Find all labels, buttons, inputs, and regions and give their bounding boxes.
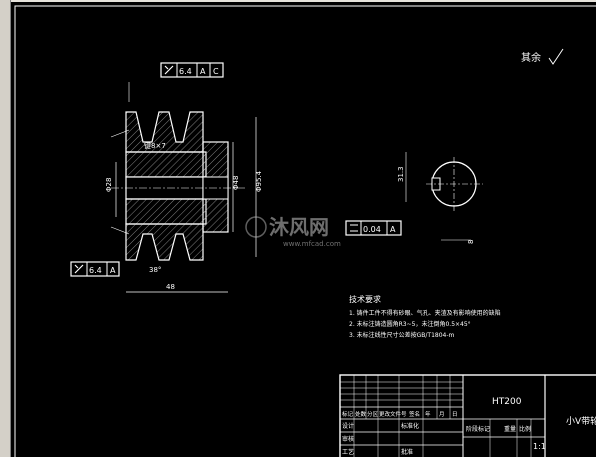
title-material: HT200 [492,397,522,407]
watermark-sub: www.mfcad.com [283,240,341,248]
surface-finish-right: 0.04 A [345,220,402,236]
sf-top-datum2: C [213,67,219,76]
scale-label: 比例 [519,425,531,433]
surface-finish-top: 6.4 A C [160,62,224,78]
shaft-width: 8 [467,240,475,244]
sf-right-value: 0.04 [363,225,381,234]
app-window: 其余 键8×7 Φ95.4 Φ48 48 Φ28 38° 6.4 A C 6.4… [0,0,596,457]
groove-angle: 38° [149,266,161,274]
hdr-7: 日 [452,411,458,418]
tech-item-1: 1. 铸件工件不得有砂眼、气孔、夹渣及有影响使用的缺陷 [349,309,501,317]
hdr-2: 分区 [367,410,379,418]
cad-drawing[interactable]: 其余 键8×7 Φ95.4 Φ48 48 Φ28 38° 6.4 A C 6.4… [11,2,596,457]
watermark-main: 沐风网 [269,215,329,239]
surface-finish-bottom-left: 6.4 A [70,261,120,277]
bore [125,176,207,200]
roughness-check-icon [548,48,564,65]
hub-lower [125,198,207,225]
hdr-6: 月 [439,411,445,418]
stage-label: 阶段标记 [466,425,490,433]
title-scale: 1:1 [533,442,546,451]
hdr-4: 签名 [409,410,420,418]
hdr-3: 更改文件号 [379,410,407,418]
hdr-1: 处数 [355,410,367,418]
dim-bore: Φ28 [105,178,113,192]
technical-requirements: 技术要求 1. 铸件工件不得有砂眼、气孔、夹渣及有影响使用的缺陷 2. 未标注铸… [349,294,501,339]
tech-title: 技术要求 [349,294,381,304]
dim-width: 48 [166,283,175,291]
row-design: 设计 [342,422,354,430]
sf-top-datum: A [200,67,206,76]
shaft-depth: 31.3 [397,166,405,182]
application-frame: 其余 键8×7 Φ95.4 Φ48 48 Φ28 38° 6.4 A C 6.4… [0,0,596,457]
title-block: HT200 小V带轮 1:1 标记 处数 分区 更改文件号 签名 年 月 日 设… [339,374,596,457]
remaining-roughness-note: 其余 [521,48,564,65]
dim-outer: Φ95.4 [255,170,263,192]
weight-label: 重量 [504,425,516,433]
sf-right-datum: A [390,225,396,234]
hdr-0: 标记 [342,410,354,418]
rim-bottom [125,223,204,261]
watermark: 沐风网 www.mfcad.com [245,215,341,248]
keyway-label: 键8×7 [144,141,166,150]
sf-bl-value: 6.4 [89,266,102,275]
left-toolbar-strip[interactable] [0,0,11,457]
shaft-section-view: 31.3 8 [397,152,483,244]
sf-bl-datum: A [110,266,116,275]
hub-upper [125,151,207,178]
drawing-canvas[interactable]: 其余 键8×7 Φ95.4 Φ48 48 Φ28 38° 6.4 A C 6.4… [11,2,596,457]
title-drawing-name: 小V带轮 [566,415,596,427]
row-process: 工艺 [342,448,354,456]
tech-item-2: 2. 未标注铸造圆角R3~5，未注倒角0.5×45° [349,320,471,328]
row-approve: 批准 [401,448,413,456]
tech-item-3: 3. 未标注线性尺寸公差按GB/T1804-m [349,331,455,339]
row-review: 审核 [342,435,354,443]
hdr-5: 年 [425,410,431,418]
row-std: 标准化 [401,422,419,430]
sf-top-value: 6.4 [179,67,192,76]
dim-hub: Φ48 [232,176,240,190]
remaining-roughness-label: 其余 [521,51,541,64]
pulley-section-view: 键8×7 Φ95.4 Φ48 48 Φ28 38° [105,82,263,293]
